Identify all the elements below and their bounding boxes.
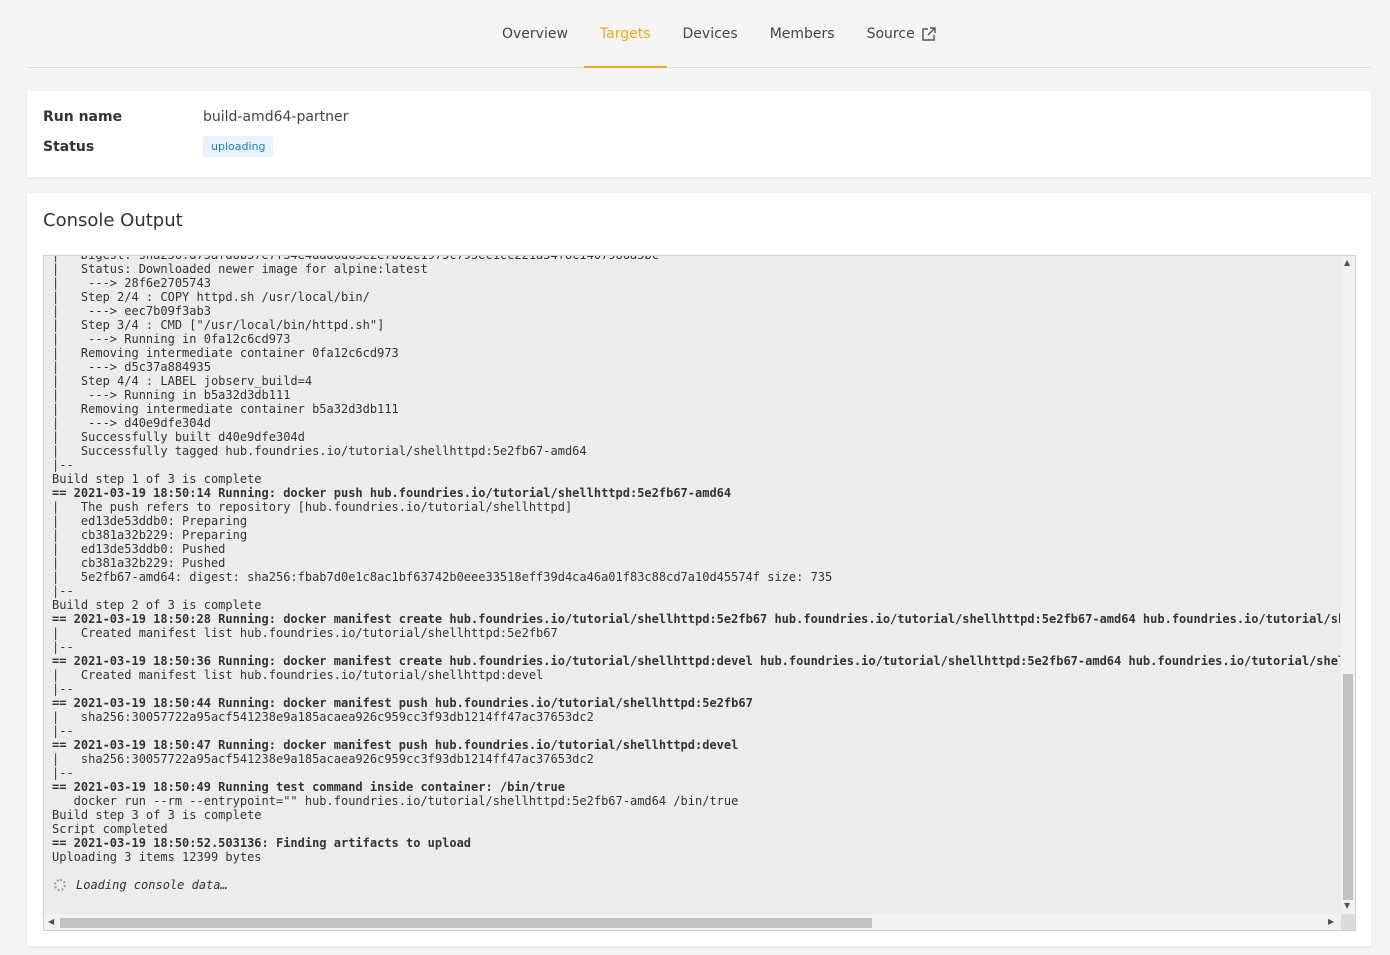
- console-line: | cb381a32b229: Preparing: [52, 528, 248, 542]
- console-line: | The push refers to repository [hub.fou…: [52, 500, 573, 514]
- tab-label: Devices: [682, 25, 738, 42]
- console-line: | Successfully built d40e9dfe304d: [52, 430, 305, 444]
- console-title: Console Output: [43, 210, 183, 231]
- console-line: == 2021-03-19 18:50:49 Running test comm…: [52, 780, 565, 794]
- console-line: | Status: Downloaded newer image for alp…: [52, 262, 428, 276]
- console-line: |--: [52, 458, 74, 472]
- console-log: | Digest: sha256:a75afd6b57e7f34e4dad6d6…: [52, 255, 1340, 906]
- console-line: | ed13de53ddb0: Pushed: [52, 542, 226, 556]
- console-line: | ---> 28f6e2705743: [52, 276, 211, 290]
- console-line: == 2021-03-19 18:50:52.503136: Finding a…: [52, 836, 472, 850]
- tab-label: Overview: [502, 25, 568, 42]
- tab-targets[interactable]: Targets: [583, 0, 667, 68]
- console-line: | sha256:30057722a95acf541238e9a185acaea…: [52, 710, 594, 724]
- tab-overview[interactable]: Overview: [486, 0, 584, 67]
- console-line: | ---> Running in 0fa12c6cd973: [52, 332, 291, 346]
- run-info-card: Run name build-amd64-partner Status uplo…: [27, 91, 1371, 177]
- console-line: == 2021-03-19 18:50:14 Running: docker p…: [52, 486, 732, 500]
- scroll-down-icon[interactable]: ▼: [1344, 901, 1350, 911]
- tab-members[interactable]: Members: [754, 0, 851, 67]
- status-row: Status uploading: [43, 136, 274, 157]
- console-line: == 2021-03-19 18:50:44 Running: docker m…: [52, 696, 753, 710]
- console-line: | Created manifest list hub.foundries.io…: [52, 668, 544, 682]
- tab-label: Targets: [599, 25, 651, 42]
- console-line: | ---> eec7b09f3ab3: [52, 304, 211, 318]
- console-line: |--: [52, 640, 74, 654]
- run-name-label: Run name: [43, 109, 123, 125]
- console-line: | sha256:30057722a95acf541238e9a185acaea…: [52, 752, 594, 766]
- console-line: | 5e2fb67-amd64: digest: sha256:fbab7d0e…: [52, 570, 833, 584]
- console-line: |--: [52, 766, 74, 780]
- tab-bar: Overview Targets Devices Members Source: [27, 0, 1371, 68]
- horizontal-scrollbar[interactable]: ◀ ▶: [44, 914, 1341, 930]
- console-line: | ---> d5c37a884935: [52, 360, 211, 374]
- run-name-value: build-amd64-partner: [203, 109, 349, 125]
- scrollbar-corner: [1341, 914, 1355, 930]
- horizontal-scroll-thumb[interactable]: [60, 918, 872, 928]
- console-line: | ed13de53ddb0: Preparing: [52, 514, 248, 528]
- console-output[interactable]: | Digest: sha256:a75afd6b57e7f34e4dad6d6…: [43, 255, 1356, 931]
- status-label: Status: [43, 138, 95, 155]
- tab-source[interactable]: Source: [851, 0, 953, 67]
- console-line: | Removing intermediate container b5a32d…: [52, 402, 399, 416]
- tab-list: Overview Targets Devices Members Source: [486, 0, 953, 68]
- run-name-row: Run name build-amd64-partner: [43, 109, 348, 125]
- console-line: | ---> Running in b5a32d3db111: [52, 388, 291, 402]
- console-line: | Created manifest list hub.foundries.io…: [52, 626, 558, 640]
- scroll-left-icon[interactable]: ◀: [48, 917, 54, 927]
- console-loading: Loading console data…: [52, 878, 1340, 892]
- console-line: == 2021-03-19 18:50:28 Running: docker m…: [52, 612, 1340, 626]
- scroll-up-icon[interactable]: ▲: [1344, 258, 1350, 268]
- console-line: Build step 2 of 3 is complete: [52, 598, 262, 612]
- console-line: | Removing intermediate container 0fa12c…: [52, 346, 399, 360]
- console-line: == 2021-03-19 18:50:47 Running: docker m…: [52, 738, 739, 752]
- console-line: Build step 1 of 3 is complete: [52, 472, 262, 486]
- console-line: |--: [52, 724, 74, 738]
- console-line: | Successfully tagged hub.foundries.io/t…: [52, 444, 587, 458]
- loading-text: Loading console data…: [76, 878, 228, 892]
- tab-label: Source: [866, 25, 915, 42]
- spinner-icon: [54, 879, 66, 891]
- console-card: Console Output | Digest: sha256:a75afd6b…: [27, 193, 1371, 946]
- console-line: | cb381a32b229: Pushed: [52, 556, 226, 570]
- console-line: |--: [52, 584, 74, 598]
- external-link-icon: [921, 26, 937, 42]
- console-line: == 2021-03-19 18:50:36 Running: docker m…: [52, 654, 1340, 668]
- vertical-scrollbar[interactable]: ▲ ▼: [1341, 256, 1355, 914]
- tab-devices[interactable]: Devices: [667, 0, 754, 67]
- console-line: |--: [52, 682, 74, 696]
- console-line: | Step 2/4 : COPY httpd.sh /usr/local/bi…: [52, 290, 370, 304]
- console-line: | ---> d40e9dfe304d: [52, 416, 211, 430]
- console-line: | Digest: sha256:a75afd6b57e7f34e4dad6d6…: [52, 255, 659, 262]
- tab-label: Members: [769, 25, 835, 42]
- console-line: Build step 3 of 3 is complete: [52, 808, 262, 822]
- console-line: | Step 3/4 : CMD ["/usr/local/bin/httpd.…: [52, 318, 385, 332]
- console-line: docker run --rm --entrypoint="" hub.foun…: [52, 794, 739, 808]
- console-line: | Step 4/4 : LABEL jobserv_build=4: [52, 374, 313, 388]
- console-line: Script completed: [52, 822, 168, 836]
- console-line: Uploading 3 items 12399 bytes: [52, 850, 262, 864]
- status-badge: uploading: [203, 136, 274, 157]
- scroll-right-icon[interactable]: ▶: [1328, 917, 1334, 927]
- vertical-scroll-thumb[interactable]: [1343, 674, 1353, 900]
